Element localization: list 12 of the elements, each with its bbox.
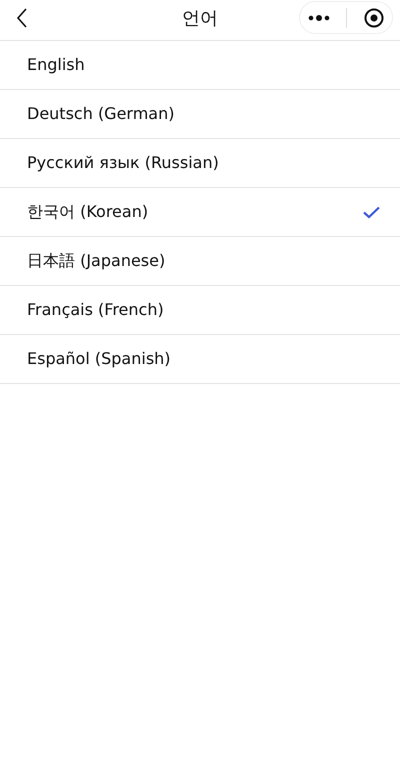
language-option[interactable]: Deutsch (German) <box>0 90 400 139</box>
close-icon[interactable] <box>364 8 384 28</box>
more-icon[interactable] <box>308 14 330 20</box>
language-option[interactable]: Español (Spanish) <box>0 335 400 384</box>
back-icon[interactable] <box>16 8 28 28</box>
page-title: 언어 <box>182 6 218 30</box>
language-option[interactable]: 한국어 (Korean) <box>0 188 400 237</box>
language-option[interactable]: Français (French) <box>0 286 400 335</box>
language-option[interactable]: English <box>0 41 400 90</box>
language-option[interactable]: Русский язык (Russian) <box>0 139 400 188</box>
check-icon <box>363 206 380 218</box>
language-option[interactable]: 日本語 (Japanese) <box>0 237 400 286</box>
